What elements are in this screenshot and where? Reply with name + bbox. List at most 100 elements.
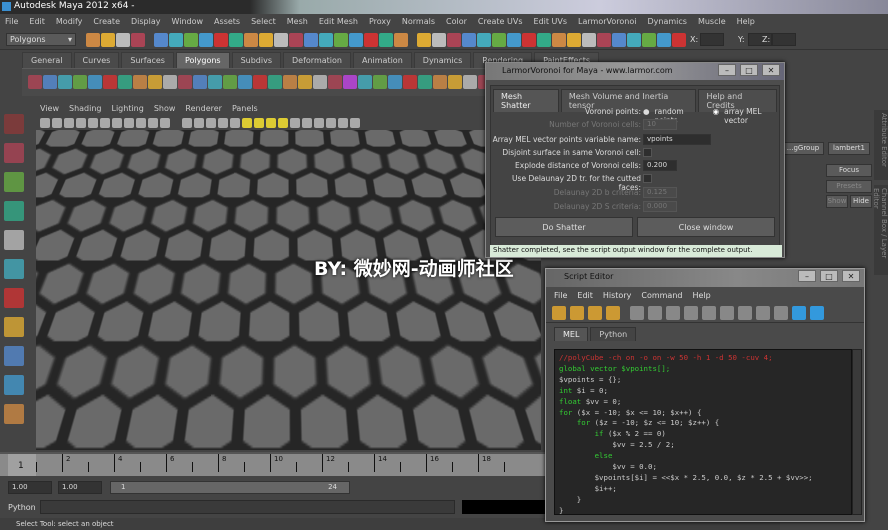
script-menu-command[interactable]: Command (641, 291, 682, 299)
shelf-tool-icon[interactable] (343, 75, 357, 89)
shelf-tool-icon[interactable] (193, 75, 207, 89)
viewport-menu-show[interactable]: Show (154, 104, 176, 114)
script-tool-icon[interactable] (606, 306, 620, 320)
status-tool-icon[interactable] (319, 33, 333, 47)
z-field[interactable] (772, 33, 796, 46)
toolbox-tool-icon[interactable] (4, 201, 24, 221)
toolbox-tool-icon[interactable] (4, 404, 24, 424)
script-tool-icon[interactable] (774, 306, 788, 320)
shelf-tool-icon[interactable] (133, 75, 147, 89)
status-tool-icon[interactable] (304, 33, 318, 47)
viewport-tool-icon[interactable] (148, 118, 158, 128)
script-tool-icon[interactable] (630, 306, 644, 320)
num-cells-field[interactable]: 10 (643, 119, 677, 130)
explode-field[interactable]: 0.200 (643, 160, 677, 171)
shelf-tool-icon[interactable] (148, 75, 162, 89)
shelf-tab-deformation[interactable]: Deformation (283, 52, 351, 68)
status-tool-icon[interactable] (432, 33, 446, 47)
menu-create[interactable]: Create (93, 17, 120, 27)
viewport-tool-icon[interactable] (40, 118, 50, 128)
shelf-tool-icon[interactable] (463, 75, 477, 89)
shelf-tool-icon[interactable] (103, 75, 117, 89)
viewport-tool-icon[interactable] (124, 118, 134, 128)
show-button[interactable]: Show (826, 195, 848, 208)
viewport-menu-panels[interactable]: Panels (232, 104, 258, 114)
status-tool-icon[interactable] (154, 33, 168, 47)
script-menu-help[interactable]: Help (692, 291, 710, 299)
viewport-tool-icon[interactable] (160, 118, 170, 128)
menu-proxy[interactable]: Proxy (369, 17, 391, 27)
script-menu-edit[interactable]: Edit (577, 291, 593, 299)
shelf-tool-icon[interactable] (388, 75, 402, 89)
script-tool-icon[interactable] (648, 306, 662, 320)
shelf-tool-icon[interactable] (88, 75, 102, 89)
status-tool-icon[interactable] (364, 33, 378, 47)
shelf-tool-icon[interactable] (238, 75, 252, 89)
status-tool-icon[interactable] (86, 33, 100, 47)
viewport-tool-icon[interactable] (230, 118, 240, 128)
viewport-tool-icon[interactable] (314, 118, 324, 128)
viewport-tool-icon[interactable] (242, 118, 252, 128)
status-tool-icon[interactable] (597, 33, 611, 47)
script-menu-file[interactable]: File (554, 291, 567, 299)
toolbox-tool-icon[interactable] (4, 375, 24, 395)
minimize-icon[interactable]: – (798, 270, 816, 282)
script-tool-icon[interactable] (702, 306, 716, 320)
status-tool-icon[interactable] (259, 33, 273, 47)
menu-larmorvoronoi[interactable]: LarmorVoronoi (578, 17, 636, 27)
viewport-tool-icon[interactable] (64, 118, 74, 128)
menu-edit[interactable]: Edit (29, 17, 45, 27)
viewport-tool-icon[interactable] (278, 118, 288, 128)
script-menu-history[interactable]: History (603, 291, 631, 299)
status-tool-icon[interactable] (507, 33, 521, 47)
close-window-button[interactable]: Close window (637, 217, 775, 237)
script-tool-icon[interactable] (756, 306, 770, 320)
status-tool-icon[interactable] (492, 33, 506, 47)
do-shatter-button[interactable]: Do Shatter (495, 217, 633, 237)
shelf-tool-icon[interactable] (313, 75, 327, 89)
viewport-tool-icon[interactable] (112, 118, 122, 128)
menu-window[interactable]: Window (172, 17, 204, 27)
shelf-tool-icon[interactable] (373, 75, 387, 89)
viewport-tool-icon[interactable] (302, 118, 312, 128)
toolbox-tool-icon[interactable] (4, 172, 24, 192)
status-tool-icon[interactable] (627, 33, 641, 47)
status-tool-icon[interactable] (116, 33, 130, 47)
viewport-tool-icon[interactable] (290, 118, 300, 128)
range-bar[interactable]: 1 24 (110, 481, 350, 494)
shelf-tool-icon[interactable] (418, 75, 432, 89)
status-tool-icon[interactable] (477, 33, 491, 47)
status-tool-icon[interactable] (229, 33, 243, 47)
toolbox-tool-icon[interactable] (4, 114, 24, 134)
channel-box-tab[interactable]: Channel Box / Layer Editor (874, 185, 888, 275)
menu-assets[interactable]: Assets (214, 17, 240, 27)
menu-modify[interactable]: Modify (56, 17, 83, 27)
focus-button[interactable]: Focus (826, 164, 872, 177)
status-tool-icon[interactable] (169, 33, 183, 47)
shelf-tool-icon[interactable] (163, 75, 177, 89)
shelf-tool-icon[interactable] (433, 75, 447, 89)
viewport-tool-icon[interactable] (266, 118, 276, 128)
array-name-field[interactable]: vpoints (643, 134, 711, 145)
status-tool-icon[interactable] (462, 33, 476, 47)
maximize-icon[interactable]: □ (740, 64, 758, 76)
script-tool-icon[interactable] (792, 306, 806, 320)
toolbox-tool-icon[interactable] (4, 288, 24, 308)
menu-edit-uvs[interactable]: Edit UVs (534, 17, 568, 27)
shelf-tool-icon[interactable] (223, 75, 237, 89)
disjoint-checkbox[interactable] (643, 148, 652, 157)
mel-code-input[interactable]: //polyCube -ch on -o on -w 50 -h 1 -d 50… (554, 349, 852, 515)
presets-button[interactable]: Presets (826, 180, 872, 193)
command-input[interactable] (40, 500, 455, 514)
toolbox-tool-icon[interactable] (4, 317, 24, 337)
shelf-tool-icon[interactable] (178, 75, 192, 89)
x-field[interactable] (700, 33, 724, 46)
viewport-tool-icon[interactable] (100, 118, 110, 128)
selected-voronoi-cell[interactable] (232, 314, 268, 348)
shelf-tool-icon[interactable] (403, 75, 417, 89)
shelf-tool-icon[interactable] (283, 75, 297, 89)
script-tool-icon[interactable] (720, 306, 734, 320)
shelf-tab-animation[interactable]: Animation (353, 52, 412, 68)
toolbox-tool-icon[interactable] (4, 346, 24, 366)
viewport-3d[interactable] (36, 130, 541, 450)
